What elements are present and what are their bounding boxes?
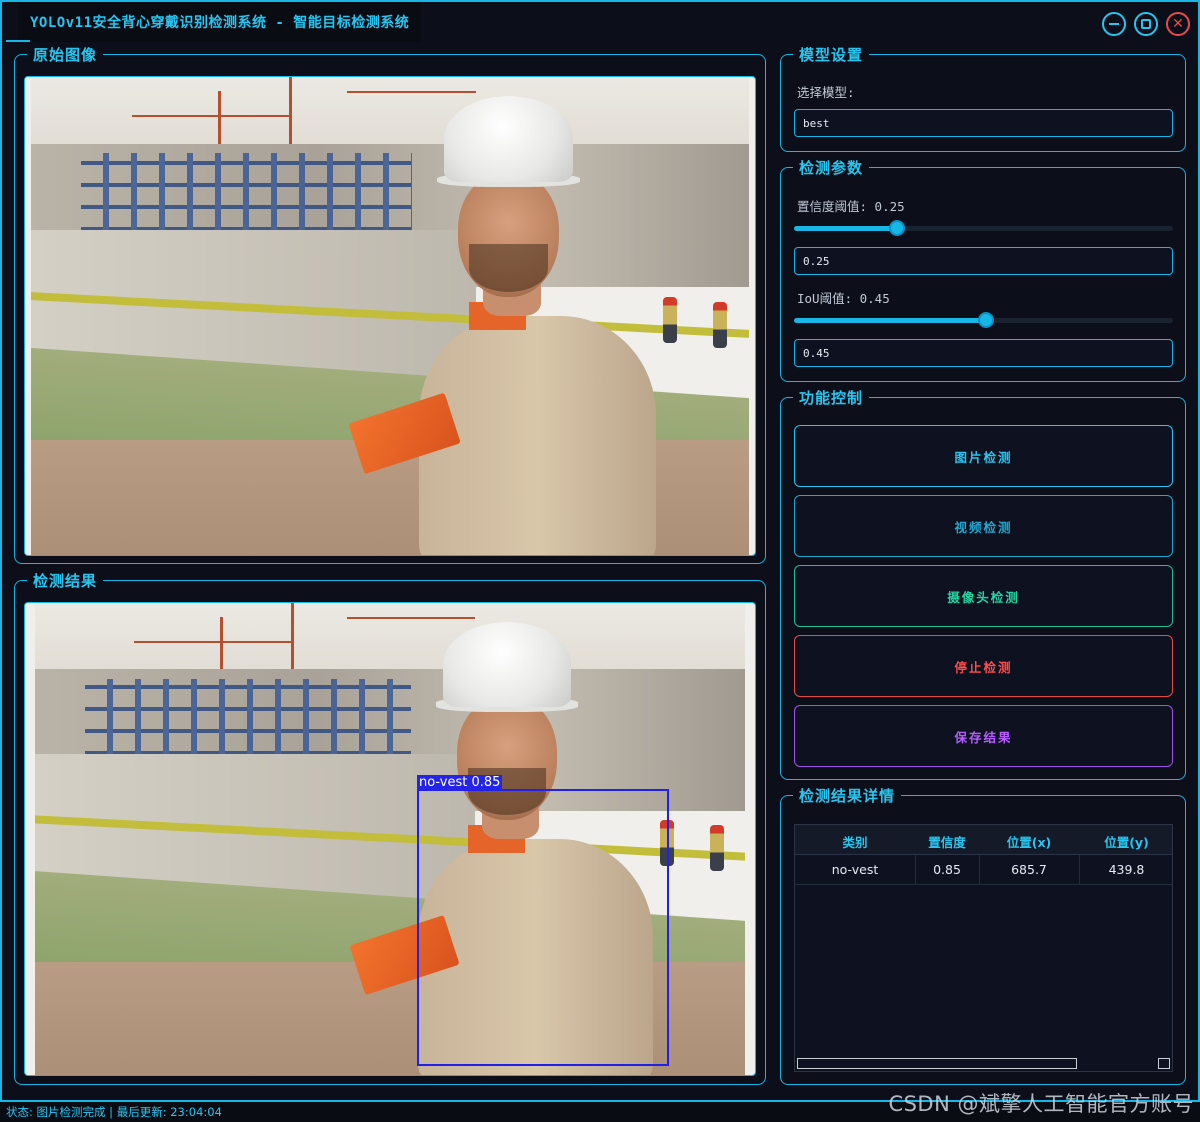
close-button[interactable]: ✕ <box>1166 12 1190 36</box>
column-divider <box>979 855 980 885</box>
cell-confidence: 0.85 <box>933 862 961 877</box>
iou-input[interactable]: 0.45 <box>794 339 1173 367</box>
cell-class: no-vest <box>831 862 879 877</box>
detection-label: no-vest 0.85 <box>417 775 503 790</box>
column-divider <box>1079 855 1080 885</box>
confidence-label: 置信度阈值: 0.25 <box>797 199 905 214</box>
original-image <box>24 76 756 556</box>
image-detect-button[interactable]: 图片检测 <box>794 425 1173 487</box>
detection-details-table: 类别 置信度 位置(x) 位置(y) no-vest 0.85 685.7 43… <box>794 824 1173 1072</box>
detection-bounding-box: no-vest 0.85 <box>417 775 669 1066</box>
function-controls-title: 功能控制 <box>793 387 870 408</box>
maximize-button[interactable] <box>1134 12 1158 36</box>
model-select-label: 选择模型: <box>797 85 855 100</box>
column-header-confidence[interactable]: 置信度 <box>915 832 979 851</box>
cell-y: 439.8 <box>1108 862 1145 877</box>
minimize-button[interactable] <box>1102 12 1126 36</box>
title-bar: YOLOv11安全背心穿戴识别检测系统 - 智能目标检测系统 ✕ <box>2 2 1198 42</box>
detection-params-title: 检测参数 <box>793 157 870 178</box>
cell-x: 685.7 <box>1011 862 1047 877</box>
minimize-icon <box>1109 23 1119 25</box>
video-detect-button[interactable]: 视频检测 <box>794 495 1173 557</box>
camera-detect-button[interactable]: 摄像头检测 <box>794 565 1173 627</box>
maximize-icon <box>1141 19 1151 29</box>
table-row[interactable]: no-vest 0.85 685.7 439.8 <box>795 855 1172 885</box>
watermark-text: CSDN @斌擎人工智能官方账号 <box>888 1092 1194 1116</box>
confidence-slider-handle[interactable] <box>888 220 905 236</box>
column-header-y[interactable]: 位置(y) <box>1079 832 1174 851</box>
confidence-slider[interactable] <box>794 220 1173 236</box>
stop-detect-button[interactable]: 停止检测 <box>794 635 1173 697</box>
close-icon: ✕ <box>1172 16 1184 32</box>
model-settings-panel: 模型设置 <box>780 44 1186 152</box>
column-header-class[interactable]: 类别 <box>795 832 915 851</box>
title-accent <box>6 40 30 42</box>
original-image-title: 原始图像 <box>27 44 104 65</box>
column-header-x[interactable]: 位置(x) <box>979 832 1079 851</box>
model-settings-title: 模型设置 <box>793 44 870 65</box>
column-divider <box>915 855 916 885</box>
horizontal-scrollbar[interactable] <box>797 1058 1077 1069</box>
iou-slider-fill <box>794 318 986 323</box>
save-result-button[interactable]: 保存结果 <box>794 705 1173 767</box>
model-select[interactable]: best <box>794 109 1173 137</box>
detection-details-title: 检测结果详情 <box>793 785 902 806</box>
scrollbar-corner[interactable] <box>1158 1058 1170 1069</box>
table-header: 类别 置信度 位置(x) 位置(y) <box>795 825 1172 855</box>
original-photo <box>31 77 749 555</box>
detection-result-title: 检测结果 <box>27 570 104 591</box>
iou-label: IoU阈值: 0.45 <box>797 291 890 306</box>
confidence-input[interactable]: 0.25 <box>794 247 1173 275</box>
confidence-slider-fill <box>794 226 897 231</box>
window-title: YOLOv11安全背心穿戴识别检测系统 - 智能目标检测系统 <box>18 2 422 42</box>
iou-slider-handle[interactable] <box>977 312 994 328</box>
iou-slider[interactable] <box>794 312 1173 328</box>
